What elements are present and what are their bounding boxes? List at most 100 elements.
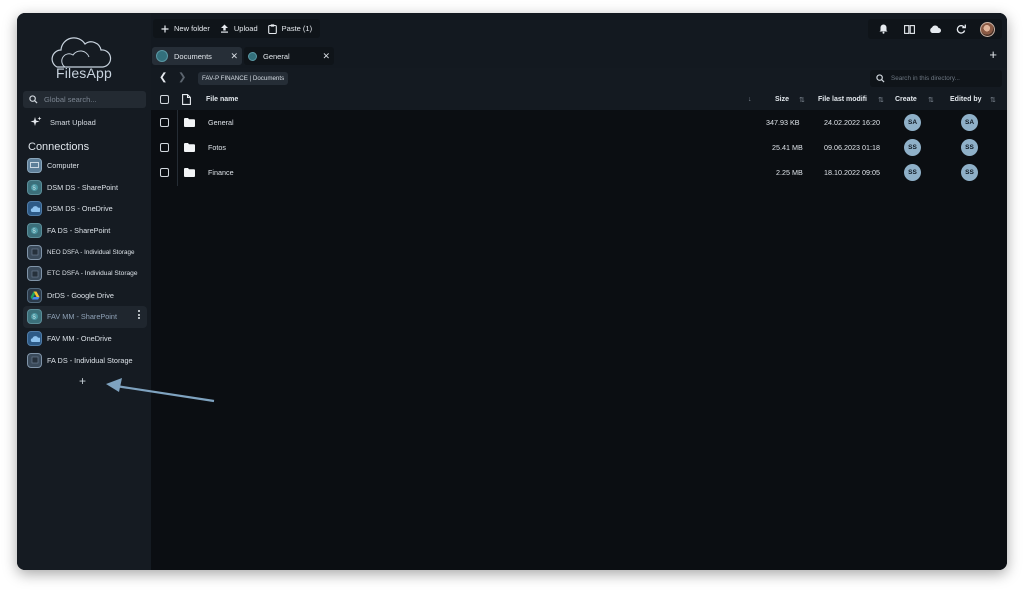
connection-drds-google-drive[interactable]: DrDS - Google Drive: [23, 285, 147, 307]
paste-button[interactable]: Paste (1): [264, 19, 316, 38]
clipboard-icon: [267, 23, 277, 34]
sort-down-arrow-icon[interactable]: ↓: [748, 89, 752, 110]
table-header: File name ↓ Size ⇅ File last modifi ⇅ Cr…: [151, 89, 1007, 110]
search-icon: [876, 74, 885, 83]
toolbar: New folder Upload Paste (1): [151, 13, 1007, 44]
created-by-badge: SS: [904, 135, 921, 160]
back-arrow-icon[interactable]: ❮: [159, 72, 167, 83]
connection-etc-dsfa-storage[interactable]: ETC DSFA - Individual Storage: [23, 263, 147, 285]
table-row[interactable]: Fotos 25.41 MB 09.06.2023 01:18 SS SS: [151, 135, 1007, 160]
column-file-name[interactable]: File name: [206, 89, 238, 110]
select-all-checkbox[interactable]: [160, 89, 169, 110]
row-checkbox[interactable]: [160, 160, 169, 185]
refresh-icon: [956, 24, 966, 34]
connection-label: Computer: [47, 161, 80, 171]
connection-dsm-ds-onedrive[interactable]: DSM DS - OneDrive: [23, 198, 147, 220]
connections-title: Connections: [28, 141, 90, 153]
close-tab-icon[interactable]: ✕: [230, 51, 238, 62]
new-folder-label: New folder: [174, 24, 210, 33]
user-avatar-button[interactable]: [975, 19, 999, 39]
onedrive-icon: [27, 201, 42, 217]
tab-label: Documents: [174, 51, 212, 61]
table-row[interactable]: Finance 2.25 MB 18.10.2022 09:05 SS SS: [151, 160, 1007, 185]
file-size: 347.93 KB: [766, 118, 800, 127]
avatar: SS: [961, 164, 978, 181]
global-search-input[interactable]: Global search...: [23, 91, 146, 108]
connection-dsm-ds-sharepoint[interactable]: S DSM DS - SharePoint: [23, 177, 147, 199]
storage-icon: [27, 266, 42, 282]
connection-neo-dsfa-storage[interactable]: NEO DSFA - Individual Storage: [23, 241, 147, 263]
add-connection-button[interactable]: +: [79, 374, 86, 388]
file-type-icon: [182, 89, 191, 110]
tab-label: General: [263, 51, 290, 61]
file-size: 2.25 MB: [776, 168, 803, 177]
smart-upload-button[interactable]: Smart Upload: [30, 116, 96, 128]
sharepoint-icon: S: [27, 179, 42, 195]
created-by-badge: SA: [904, 110, 921, 135]
notifications-button[interactable]: [871, 19, 895, 39]
row-checkbox[interactable]: [160, 110, 169, 135]
sharepoint-icon: S: [27, 309, 42, 325]
sort-icon[interactable]: ⇅: [799, 89, 805, 110]
app-window: FilesApp Global search... Smart Upload C…: [17, 13, 1007, 570]
connection-fa-ds-storage[interactable]: FA DS - Individual Storage: [23, 349, 147, 371]
column-last-modified[interactable]: File last modifi: [818, 89, 880, 110]
breadcrumb[interactable]: FAV-P FINANCE | Documents: [198, 72, 289, 85]
created-by-badge: SS: [904, 160, 921, 185]
split-view-button[interactable]: [897, 19, 921, 39]
main-panel: New folder Upload Paste (1) Documents ✕ …: [151, 13, 1007, 570]
tab-documents[interactable]: Documents ✕: [152, 47, 242, 65]
sharepoint-icon: [248, 51, 257, 61]
row-checkbox[interactable]: [160, 135, 169, 160]
tab-general[interactable]: General ✕: [244, 47, 334, 65]
connection-label: FAV MM - OneDrive: [47, 334, 112, 344]
close-tab-icon[interactable]: ✕: [322, 51, 330, 62]
connection-label: ETC DSFA - Individual Storage: [47, 270, 138, 278]
connection-label: DSM DS - OneDrive: [47, 204, 113, 214]
connection-computer[interactable]: Computer: [23, 155, 147, 177]
new-tab-button[interactable]: +: [989, 47, 997, 62]
onedrive-icon: [27, 331, 42, 347]
table-row[interactable]: General 347.93 KB 24.02.2022 16:20 SA SA: [151, 110, 1007, 135]
column-size[interactable]: Size: [775, 89, 789, 110]
directory-search-placeholder: Search in this directory...: [891, 75, 960, 82]
cloud-sync-button[interactable]: [923, 19, 947, 39]
avatar: SS: [961, 139, 978, 156]
smart-upload-label: Smart Upload: [50, 117, 96, 127]
directory-search-input[interactable]: Search in this directory...: [870, 70, 1002, 87]
column-edited-by[interactable]: Edited by: [950, 89, 982, 110]
connection-fa-ds-sharepoint[interactable]: S FA DS - SharePoint: [23, 220, 147, 242]
column-created[interactable]: Create: [895, 89, 919, 110]
computer-icon: [27, 158, 42, 174]
upload-button[interactable]: Upload: [216, 19, 262, 38]
folder-icon: [184, 110, 195, 135]
file-modified: 24.02.2022 16:20: [824, 118, 880, 127]
sharepoint-icon: [156, 50, 168, 62]
file-modified: 09.06.2023 01:18: [824, 143, 880, 152]
tab-bar: Documents ✕ General ✕ +: [151, 44, 1007, 68]
avatar: SS: [904, 139, 921, 156]
file-name: General: [208, 118, 234, 127]
connection-label: DSM DS - SharePoint: [47, 182, 118, 192]
sidebar: FilesApp Global search... Smart Upload C…: [17, 13, 151, 570]
sort-icon[interactable]: ⇅: [990, 89, 996, 110]
bell-icon: [879, 24, 887, 34]
edited-by-badge: SA: [961, 110, 978, 135]
more-options-icon[interactable]: [137, 310, 141, 320]
sharepoint-icon: S: [27, 223, 42, 239]
app-logo-text: FilesApp: [55, 65, 113, 81]
new-folder-button[interactable]: New folder: [157, 19, 214, 38]
connection-fav-mm-onedrive[interactable]: FAV MM - OneDrive: [23, 328, 147, 350]
sparkle-icon: [30, 116, 42, 126]
upload-label: Upload: [233, 24, 258, 33]
sort-icon[interactable]: ⇅: [928, 89, 934, 110]
upload-icon: [220, 24, 228, 33]
file-modified: 18.10.2022 09:05: [824, 168, 880, 177]
split-view-icon: [903, 24, 915, 34]
edited-by-badge: SS: [961, 135, 978, 160]
connection-fav-mm-sharepoint[interactable]: S FAV MM - SharePoint: [23, 306, 147, 328]
avatar: SA: [904, 114, 921, 131]
sort-icon[interactable]: ⇅: [878, 89, 884, 110]
forward-arrow-icon[interactable]: ❯: [178, 72, 186, 83]
refresh-button[interactable]: [949, 19, 973, 39]
